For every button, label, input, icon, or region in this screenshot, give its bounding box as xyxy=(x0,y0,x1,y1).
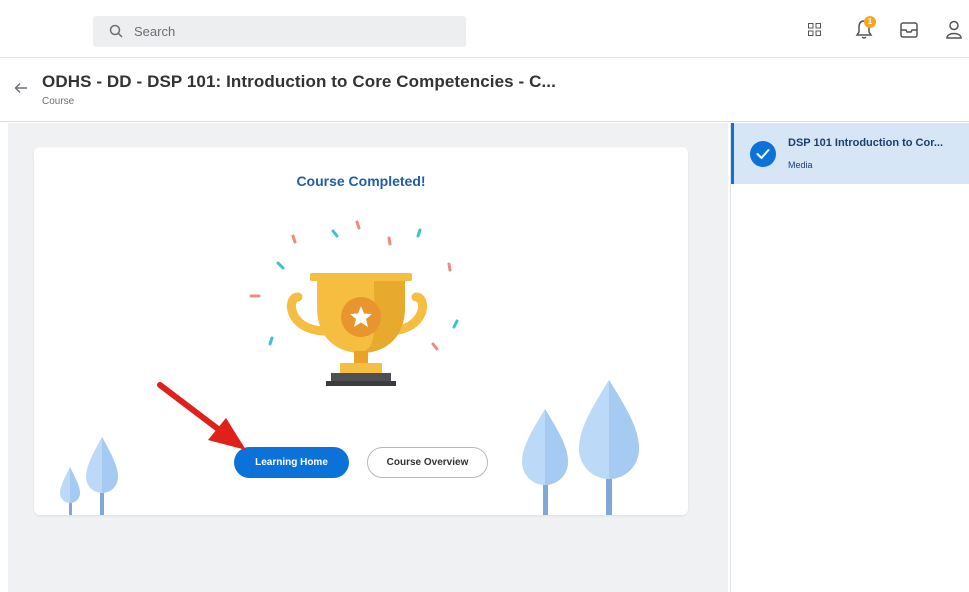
back-arrow-icon[interactable] xyxy=(14,82,28,94)
page-title: ODHS - DD - DSP 101: Introduction to Cor… xyxy=(42,72,556,91)
inbox-icon[interactable] xyxy=(900,22,918,38)
completion-card: Course Completed! Learning Home Course O… xyxy=(34,147,688,515)
page-header: ODHS - DD - DSP 101: Introduction to Cor… xyxy=(0,58,969,122)
search-icon xyxy=(109,24,123,38)
completion-illustration xyxy=(60,220,639,515)
completed-check-icon xyxy=(750,141,776,167)
sidebar-item-dsp-101[interactable]: DSP 101 Introduction to Cor... Media xyxy=(731,123,969,184)
user-icon[interactable] xyxy=(946,20,962,39)
sidebar-item-title: DSP 101 Introduction to Cor... xyxy=(788,137,944,149)
trophy-icon xyxy=(287,273,427,386)
course-overview-button[interactable]: Course Overview xyxy=(367,447,488,478)
apps-grid-icon[interactable] xyxy=(808,23,821,36)
page-subtitle: Course xyxy=(42,96,75,107)
sidebar-item-type: Media xyxy=(788,160,813,170)
tree-decoration-left xyxy=(60,437,118,515)
search-placeholder: Search xyxy=(134,24,176,39)
top-bar: Search 1 xyxy=(0,0,969,58)
tree-decoration-right xyxy=(522,380,639,515)
notification-badge: 1 xyxy=(864,16,876,28)
search-input[interactable]: Search xyxy=(93,16,466,47)
learning-home-button[interactable]: Learning Home xyxy=(234,447,349,478)
course-contents-sidebar: DSP 101 Introduction to Cor... Media xyxy=(730,123,969,592)
